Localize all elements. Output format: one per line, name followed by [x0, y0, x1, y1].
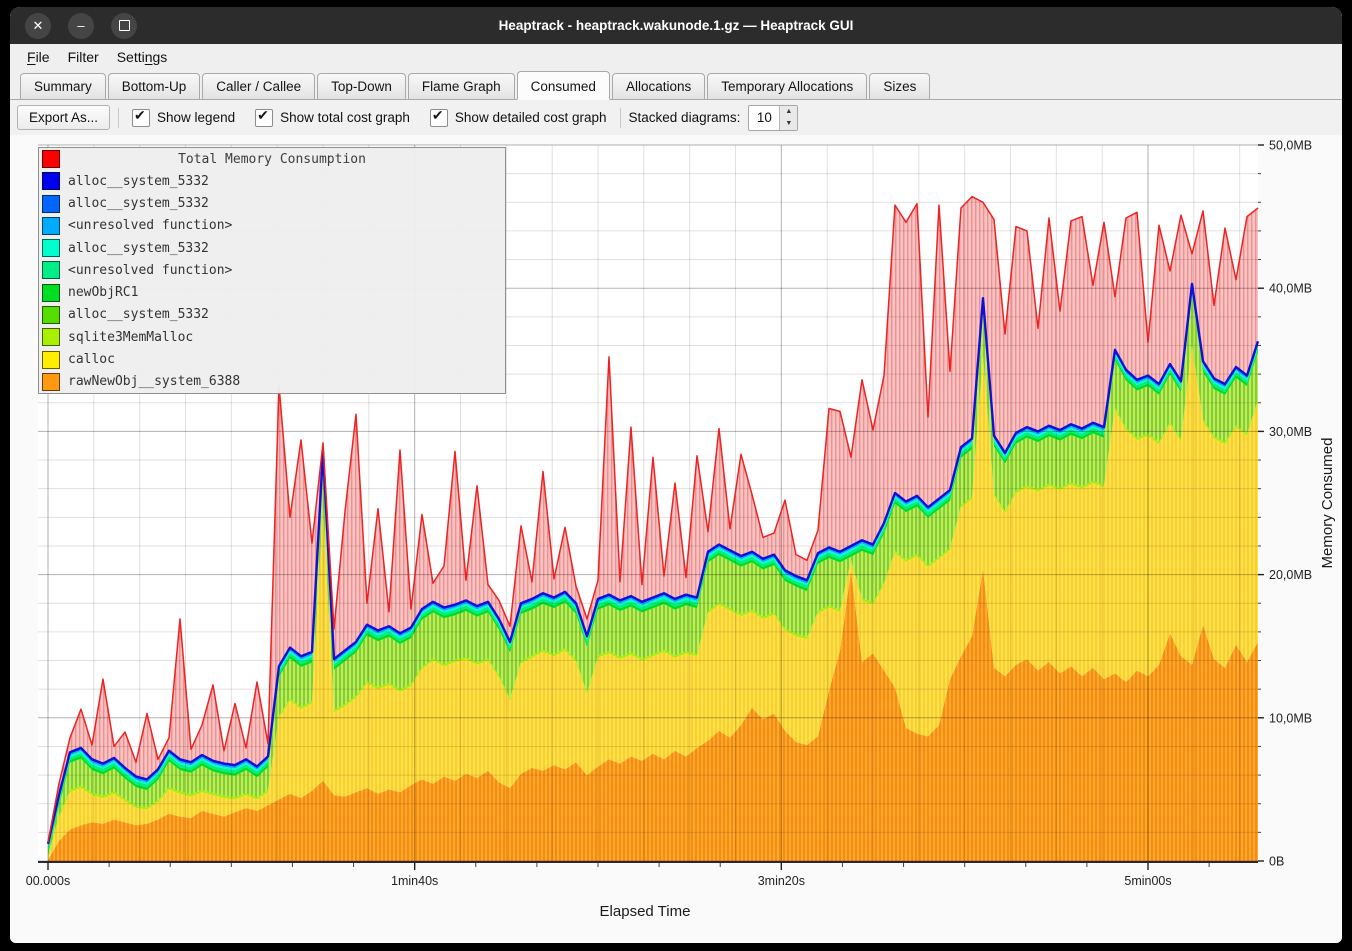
- y-tick-label: 30,0MB: [1269, 425, 1312, 439]
- checkbox-label: Show legend: [157, 110, 235, 125]
- legend-item: alloc__system_5332: [39, 170, 505, 192]
- legend-item: newObjRC1: [39, 282, 505, 304]
- checkbox-show-total-cost-graph[interactable]: ✔ Show total cost graph: [250, 109, 415, 127]
- legend-label: rawNewObj__system_6388: [68, 374, 240, 389]
- legend-swatch-icon: [42, 328, 60, 346]
- tab-top-down[interactable]: Top-Down: [317, 73, 406, 99]
- legend-label: alloc__system_5332: [68, 307, 209, 322]
- legend-item: alloc__system_5332: [39, 193, 505, 215]
- checkbox-show-detailed-cost-graph[interactable]: ✔ Show detailed cost graph: [425, 109, 612, 127]
- heaptrack-window: ✕ – Heaptrack - heaptrack.wakunode.1.gz …: [10, 7, 1342, 943]
- x-tick-label: 5min00s: [1124, 874, 1171, 888]
- legend-item: sqlite3MemMalloc: [39, 326, 505, 348]
- legend-swatch-icon: [42, 284, 60, 302]
- x-axis-title: Elapsed Time: [600, 903, 691, 920]
- checkbox-box[interactable]: ✔: [430, 109, 448, 127]
- stacked-diagrams-spinbox[interactable]: 10 ▲ ▼: [748, 105, 798, 131]
- tab-temporary-allocations[interactable]: Temporary Allocations: [707, 73, 867, 99]
- stacked-diagrams-label: Stacked diagrams:: [629, 110, 741, 125]
- legend-label: newObjRC1: [68, 285, 138, 300]
- tab-sizes[interactable]: Sizes: [869, 73, 930, 99]
- tab-flame-graph[interactable]: Flame Graph: [408, 73, 515, 99]
- legend-swatch-icon: [42, 373, 60, 391]
- x-tick-label: 3min20s: [758, 874, 805, 888]
- legend-swatch-icon: [42, 306, 60, 324]
- menu-item-filter[interactable]: Filter: [59, 46, 108, 68]
- legend-label: alloc__system_5332: [68, 196, 209, 211]
- y-tick-label: 0B: [1269, 855, 1284, 869]
- checkbox-label: Show total cost graph: [280, 110, 410, 125]
- legend-item: rawNewObj__system_6388: [39, 371, 505, 393]
- chart-legend: Total Memory Consumption alloc__system_53…: [38, 147, 506, 394]
- legend-swatch-icon: [42, 239, 60, 257]
- y-tick-label: 10,0MB: [1269, 711, 1312, 725]
- legend-label: alloc__system_5332: [68, 241, 209, 256]
- legend-label: <unresolved function>: [68, 263, 232, 278]
- tab-bar: SummaryBottom-UpCaller / CalleeTop-DownF…: [10, 70, 1342, 100]
- legend-label: <unresolved function>: [68, 218, 232, 233]
- tab-consumed[interactable]: Consumed: [517, 71, 610, 100]
- legend-item: <unresolved function>: [39, 259, 505, 281]
- y-tick-label: 40,0MB: [1269, 282, 1312, 296]
- legend-swatch-icon: [42, 217, 60, 235]
- y-tick-label: 20,0MB: [1269, 568, 1312, 582]
- legend-label: sqlite3MemMalloc: [68, 330, 193, 345]
- legend-label: alloc__system_5332: [68, 174, 209, 189]
- checkbox-box[interactable]: ✔: [255, 109, 273, 127]
- legend-swatch-icon: [42, 150, 60, 168]
- x-tick-label: 1min40s: [391, 874, 438, 888]
- export-as-button[interactable]: Export As...: [17, 105, 110, 130]
- legend-label: calloc: [68, 352, 115, 367]
- legend-item: <unresolved function>: [39, 215, 505, 237]
- tab-allocations[interactable]: Allocations: [612, 73, 705, 99]
- legend-swatch-icon: [42, 172, 60, 190]
- window-title: Heaptrack - heaptrack.wakunode.1.gz — He…: [10, 18, 1342, 33]
- y-tick-label: 50,0MB: [1269, 139, 1312, 153]
- toolbar-separator: [620, 108, 621, 128]
- checkbox-show-legend[interactable]: ✔ Show legend: [127, 109, 240, 127]
- tab-summary[interactable]: Summary: [20, 73, 106, 99]
- menu-item-file[interactable]: File: [18, 46, 59, 68]
- x-tick-label: 00.000s: [26, 874, 70, 888]
- menu-item-settings[interactable]: Settings: [108, 46, 177, 68]
- spin-down-icon[interactable]: ▼: [780, 118, 797, 130]
- legend-swatch-icon: [42, 195, 60, 213]
- spin-up-icon[interactable]: ▲: [780, 106, 797, 118]
- checkbox-label: Show detailed cost graph: [455, 110, 607, 125]
- checkbox-box[interactable]: ✔: [132, 109, 150, 127]
- tab-bottom-up[interactable]: Bottom-Up: [108, 73, 201, 99]
- legend-item: Total Memory Consumption: [39, 148, 505, 170]
- y-axis-title: Memory Consumed: [1319, 438, 1336, 569]
- legend-title: Total Memory Consumption: [60, 152, 484, 167]
- toolbar: Export As... ✔ Show legend ✔ Show total cos…: [10, 100, 1342, 135]
- legend-item: calloc: [39, 348, 505, 370]
- legend-swatch-icon: [42, 351, 60, 369]
- chart-area: 00.000s 1min40s 3min20s 5min00s 0B 10,0MB 20,0…: [10, 135, 1342, 943]
- spinbox-value[interactable]: 10: [749, 106, 779, 130]
- menu-bar: FileFilterSettings: [10, 44, 1342, 70]
- toolbar-separator: [118, 108, 119, 128]
- legend-item: alloc__system_5332: [39, 237, 505, 259]
- legend-item: alloc__system_5332: [39, 304, 505, 326]
- legend-swatch-icon: [42, 261, 60, 279]
- title-bar: ✕ – Heaptrack - heaptrack.wakunode.1.gz …: [10, 7, 1342, 44]
- tab-caller-callee[interactable]: Caller / Callee: [202, 73, 315, 99]
